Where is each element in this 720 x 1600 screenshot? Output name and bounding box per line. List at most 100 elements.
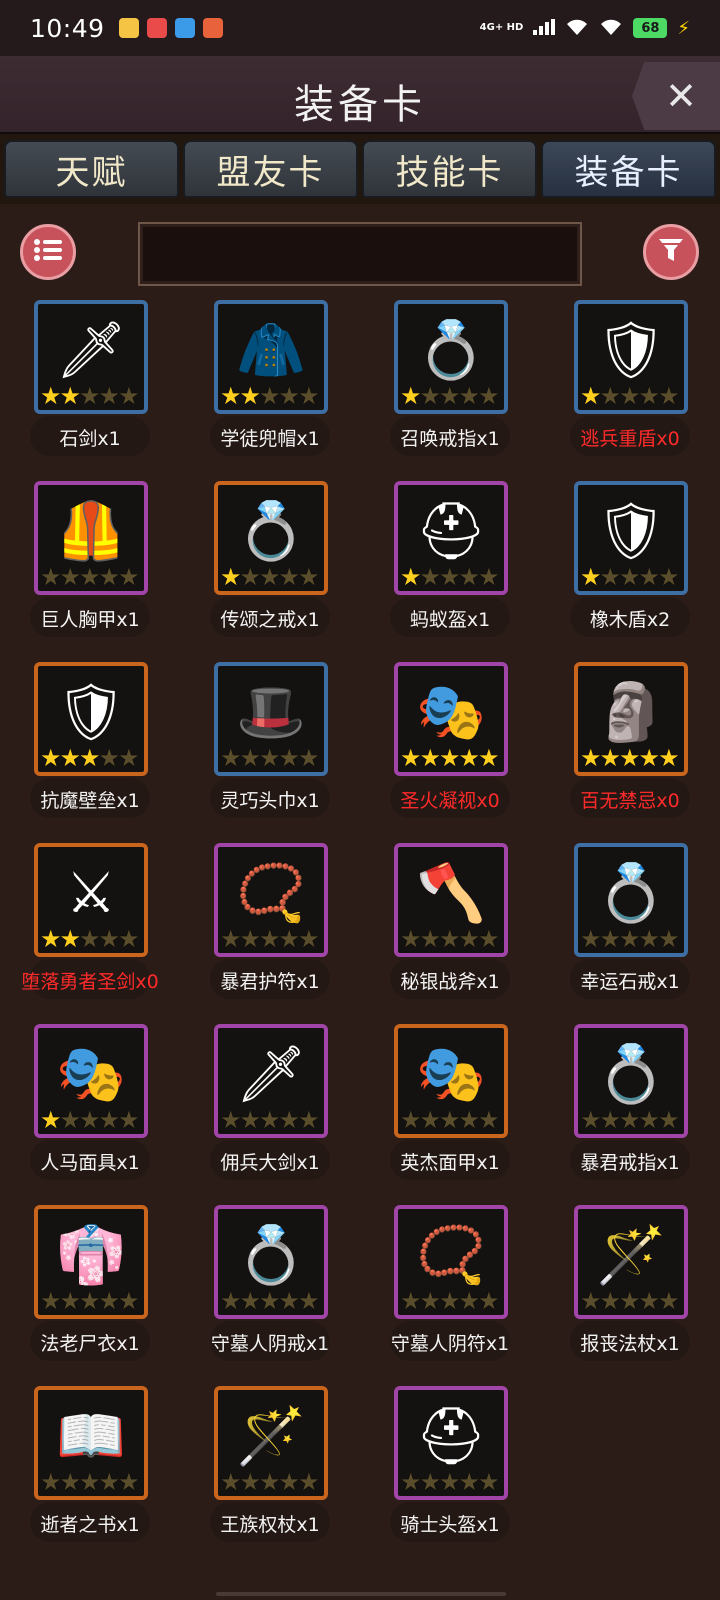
charging-icon: ⚡: [677, 17, 690, 39]
card-label: 百无禁忌x0: [580, 790, 680, 812]
star-icon: ★: [638, 744, 661, 772]
star-rating: ★ ★ ★ ★ ★: [400, 1106, 500, 1134]
tab-equipment-cards[interactable]: 装备卡: [541, 140, 716, 198]
equipment-card[interactable]: 🗡 ★ ★ ★ ★ ★ 石剑x1: [0, 296, 180, 481]
star-icon: ★: [98, 1287, 121, 1315]
equipment-card[interactable]: 🗡 ★ ★ ★ ★ ★ 佣兵大剑x1: [180, 1020, 360, 1205]
card-frame: 📿 ★ ★ ★ ★ ★: [214, 843, 328, 957]
equipment-card[interactable]: 🪓 ★ ★ ★ ★ ★ 秘银战斧x1: [360, 839, 540, 1024]
star-icon: ★: [220, 382, 242, 410]
robe-icon: 👘: [56, 1222, 126, 1288]
equipment-card[interactable]: 💍 ★ ★ ★ ★ ★ 传颂之戒x1: [180, 477, 360, 662]
star-rating: ★ ★ ★ ★ ★: [220, 565, 320, 589]
equipment-card[interactable]: 📿 ★ ★ ★ ★ ★ 暴君护符x1: [180, 839, 360, 1024]
star-icon: ★: [298, 1468, 320, 1496]
star-icon: ★: [118, 1106, 140, 1134]
equipment-card[interactable]: 💍 ★ ★ ★ ★ ★ 暴君戒指x1: [540, 1020, 720, 1205]
star-icon: ★: [40, 925, 62, 953]
card-label: 圣火凝视x0: [400, 790, 500, 812]
card-frame: 💍 ★ ★ ★ ★ ★: [214, 481, 328, 595]
card-frame: ⛑ ★ ★ ★ ★ ★: [394, 1386, 508, 1500]
sword-icon: 🗡: [235, 1041, 307, 1107]
star-icon: ★: [478, 925, 500, 953]
star-icon: ★: [458, 744, 481, 772]
search-input[interactable]: [138, 222, 582, 286]
star-icon: ★: [40, 1468, 62, 1496]
amulet-icon: 📿: [416, 1222, 486, 1288]
equipment-card[interactable]: 🎭 ★ ★ ★ ★ ★ 圣火凝视x0: [360, 658, 540, 843]
star-icon: ★: [580, 1106, 602, 1134]
star-icon: ★: [278, 925, 301, 953]
star-icon: ★: [419, 382, 442, 410]
equipment-card[interactable]: 👘 ★ ★ ★ ★ ★ 法老尸衣x1: [0, 1201, 180, 1386]
equipment-card[interactable]: ⚔ ★ ★ ★ ★ ★ 堕落勇者圣剑x0: [0, 839, 180, 1024]
star-icon: ★: [458, 1106, 481, 1134]
star-icon: ★: [259, 925, 281, 953]
star-icon: ★: [59, 563, 82, 591]
star-icon: ★: [439, 563, 461, 591]
card-frame: ⛑ ★ ★ ★ ★ ★: [394, 481, 508, 595]
tab-skill-cards[interactable]: 技能卡: [362, 140, 537, 198]
star-icon: ★: [478, 1106, 500, 1134]
star-icon: ★: [638, 563, 661, 591]
card-frame: 🎭 ★ ★ ★ ★ ★: [394, 1024, 508, 1138]
list-menu-button[interactable]: [20, 224, 76, 280]
equipment-card[interactable]: 💍 ★ ★ ★ ★ ★ 守墓人阴戒x1: [180, 1201, 360, 1386]
star-icon: ★: [298, 1106, 320, 1134]
card-label: 石剑x1: [59, 428, 121, 450]
star-icon: ★: [40, 744, 62, 772]
equipment-card[interactable]: ⛑ ★ ★ ★ ★ ★ 骑士头盔x1: [360, 1382, 540, 1567]
equipment-card[interactable]: 🪄 ★ ★ ★ ★ ★ 王族权杖x1: [180, 1382, 360, 1567]
hat-icon: 🎩: [236, 679, 306, 745]
equipment-card[interactable]: 📿 ★ ★ ★ ★ ★ 守墓人阴符x1: [360, 1201, 540, 1386]
equipment-card[interactable]: ⛑ ★ ★ ★ ★ ★ 蚂蚁盔x1: [360, 477, 540, 662]
star-icon: ★: [400, 1468, 422, 1496]
card-frame: 🎩 ★ ★ ★ ★ ★: [214, 662, 328, 776]
mask-icon: 🎭: [416, 679, 486, 745]
star-icon: ★: [400, 382, 422, 410]
tab-ally-cards[interactable]: 盟友卡: [183, 140, 358, 198]
page-title: 装备卡: [294, 82, 426, 128]
equipment-card[interactable]: 🛡 ★ ★ ★ ★ ★ 抗魔壁垒x1: [0, 658, 180, 843]
equipment-card[interactable]: 🗿 ★ ★ ★ ★ ★ 百无禁忌x0: [540, 658, 720, 843]
equipment-card[interactable]: 🎩 ★ ★ ★ ★ ★ 灵巧头巾x1: [180, 658, 360, 843]
card-frame: 📖 ★ ★ ★ ★ ★: [34, 1386, 148, 1500]
equipment-card[interactable]: 🦺 ★ ★ ★ ★ ★ 巨人胸甲x1: [0, 477, 180, 662]
sword-icon: 🗡: [55, 317, 127, 383]
wifi-icon: [565, 18, 589, 39]
equipment-card[interactable]: 🛡 ★ ★ ★ ★ ★ 逃兵重盾x0: [540, 296, 720, 481]
star-rating: ★ ★ ★ ★ ★: [40, 1287, 140, 1315]
star-icon: ★: [478, 744, 500, 772]
staff-icon: 🪄: [596, 1222, 666, 1288]
card-frame: 🗿 ★ ★ ★ ★ ★: [574, 662, 688, 776]
equipment-card[interactable]: 💍 ★ ★ ★ ★ ★ 幸运石戒x1: [540, 839, 720, 1024]
star-icon: ★: [98, 382, 121, 410]
card-label: 王族权杖x1: [220, 1514, 320, 1536]
tab-talent[interactable]: 天赋: [4, 140, 179, 198]
equipment-card[interactable]: 🛡 ★ ★ ★ ★ ★ 橡木盾x2: [540, 477, 720, 662]
star-icon: ★: [478, 1287, 500, 1315]
star-icon: ★: [298, 382, 320, 410]
close-button[interactable]: ✕: [632, 62, 720, 130]
filter-button[interactable]: [643, 224, 699, 280]
star-icon: ★: [439, 1468, 461, 1496]
equipment-card[interactable]: 🪄 ★ ★ ★ ★ ★ 报丧法杖x1: [540, 1201, 720, 1386]
star-icon: ★: [619, 563, 641, 591]
star-icon: ★: [278, 1468, 301, 1496]
equipment-card[interactable]: 💍 ★ ★ ★ ★ ★ 召唤戒指x1: [360, 296, 540, 481]
star-icon: ★: [400, 1287, 422, 1315]
equipment-card[interactable]: 🎭 ★ ★ ★ ★ ★ 英杰面甲x1: [360, 1020, 540, 1205]
network-label: 4G+ HD: [479, 22, 524, 33]
star-icon: ★: [439, 925, 461, 953]
star-rating: ★ ★ ★ ★ ★: [400, 925, 500, 953]
scepter-icon: 🪄: [236, 1403, 306, 1469]
equipment-card[interactable]: 📖 ★ ★ ★ ★ ★ 逝者之书x1: [0, 1382, 180, 1567]
card-label: 传颂之戒x1: [220, 609, 320, 631]
ring-icon: 💍: [416, 317, 486, 383]
equipment-card[interactable]: 🎭 ★ ★ ★ ★ ★ 人马面具x1: [0, 1020, 180, 1205]
star-icon: ★: [599, 382, 622, 410]
battery-icon: 68: [633, 18, 668, 38]
star-rating: ★ ★ ★ ★ ★: [220, 925, 320, 953]
card-frame: 🗡 ★ ★ ★ ★ ★: [34, 300, 148, 414]
equipment-card[interactable]: 🧥 ★ ★ ★ ★ ★ 学徒兜帽x1: [180, 296, 360, 481]
